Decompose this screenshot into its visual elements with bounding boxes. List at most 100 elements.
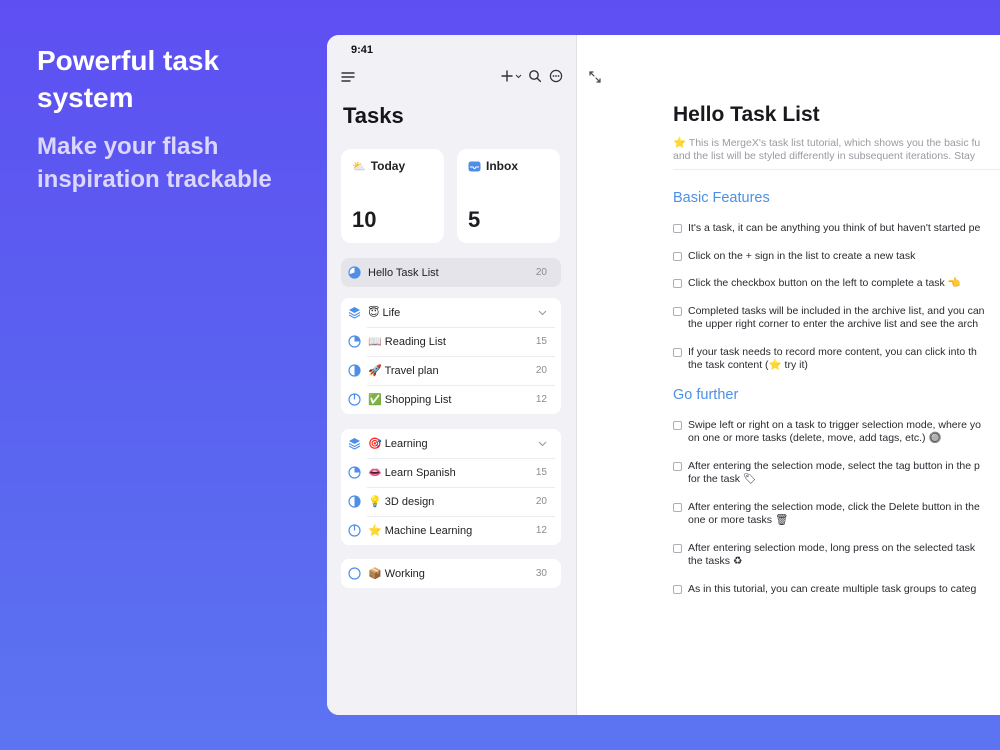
sun-cloud-icon: ⛅ xyxy=(352,159,366,173)
list-count: 20 xyxy=(535,496,547,507)
progress-icon xyxy=(347,335,361,349)
task-item[interactable]: Click on the + sign in the list to creat… xyxy=(673,250,1000,264)
list-count: 20 xyxy=(535,267,547,278)
list-item[interactable]: 🚀 Travel plan 20 xyxy=(341,356,561,385)
task-detail-pane: Hello Task List ⭐ This is MergeX's task … xyxy=(577,35,1000,715)
promo-subtitle: Make your flash inspiration trackable xyxy=(37,130,317,196)
promo-text: Powerful task system Make your flash ins… xyxy=(37,42,317,196)
list-item[interactable]: ✅ Shopping List 12 xyxy=(341,385,561,414)
task-checkbox[interactable] xyxy=(673,279,682,288)
list-emoji: 📖 xyxy=(368,334,382,348)
smart-lists: ⛅ Today 10 Inbox 5 xyxy=(341,149,560,243)
task-text: one or more tasks 🗑 xyxy=(688,514,789,526)
list-count: 20 xyxy=(535,365,547,376)
task-item[interactable]: If your task needs to record more conten… xyxy=(673,346,1000,373)
intro-line: and the list will be styled differently … xyxy=(673,150,976,162)
task-text: the task content (⭐ try it) xyxy=(688,359,808,371)
task-text: As in this tutorial, you can create mult… xyxy=(688,582,977,595)
task-item[interactable]: After entering selection mode, long pres… xyxy=(673,542,1000,569)
task-checkbox[interactable] xyxy=(673,224,682,233)
intro-text: ⭐ This is MergeX's task list tutorial, w… xyxy=(673,137,1000,163)
list-working[interactable]: 📦 Working 30 xyxy=(341,559,561,588)
list-emoji: 👄 xyxy=(368,465,382,479)
card-count: 5 xyxy=(468,207,481,232)
sidebar-toolbar xyxy=(499,68,564,84)
list-item[interactable]: 📖 Reading List 15 xyxy=(341,327,561,356)
section-heading[interactable]: Basic Features xyxy=(673,190,1000,206)
list-emoji: 🚀 xyxy=(368,363,382,377)
task-checkbox[interactable] xyxy=(673,502,682,512)
sidebar: 9:41 Tasks ⛅ Today 10 Inbox 5 Hello Task… xyxy=(327,35,577,715)
list-label: Travel plan xyxy=(384,364,439,377)
list-item[interactable]: 👄 Learn Spanish 15 xyxy=(341,458,561,487)
list-emoji: ⭐ xyxy=(368,523,382,537)
list-label: Reading List xyxy=(384,335,446,348)
promo-title-line: system xyxy=(37,82,134,113)
list-count: 15 xyxy=(535,336,547,347)
task-item[interactable]: It's a task, it can be anything you thin… xyxy=(673,222,1000,236)
promo-title: Powerful task system xyxy=(37,42,317,116)
task-checkbox[interactable] xyxy=(673,306,682,316)
promo-subtitle-line: inspiration trackable xyxy=(37,166,272,193)
task-text: After entering selection mode, long pres… xyxy=(688,541,976,554)
list-count: 12 xyxy=(535,394,547,405)
task-text: After entering the selection mode, selec… xyxy=(688,459,980,472)
list-label: Shopping List xyxy=(384,393,452,406)
group-learning: 🎯 Learning 👄 Learn Spanish 15 💡 3D desig… xyxy=(341,429,561,545)
group-label: Learning xyxy=(384,437,428,450)
more-icon[interactable] xyxy=(548,68,564,84)
list-item[interactable]: ⭐ Machine Learning 12 xyxy=(341,516,561,545)
layers-icon xyxy=(347,306,361,320)
expand-icon[interactable] xyxy=(588,70,602,84)
chevron-down-icon xyxy=(515,68,522,84)
inbox-icon xyxy=(468,161,481,172)
list-emoji: 📦 xyxy=(368,566,382,580)
task-item[interactable]: After entering the selection mode, selec… xyxy=(673,460,1000,487)
section-heading[interactable]: Go further xyxy=(673,387,1000,403)
group-header[interactable]: 🎯 Learning xyxy=(341,429,561,458)
list-item[interactable]: 💡 3D design 20 xyxy=(341,487,561,516)
card-label: Inbox xyxy=(486,159,518,173)
task-checkbox[interactable] xyxy=(673,420,682,430)
card-count: 10 xyxy=(352,207,377,232)
task-checkbox[interactable] xyxy=(673,347,682,357)
group-header[interactable]: 😇 Life xyxy=(341,298,561,327)
card-label: Today xyxy=(370,159,406,173)
task-text: Completed tasks will be included in the … xyxy=(688,304,985,317)
progress-icon xyxy=(347,466,361,480)
task-text: for the task 🏷 xyxy=(688,473,757,485)
list-hello-task-list[interactable]: Hello Task List 20 xyxy=(341,258,561,287)
task-checkbox[interactable] xyxy=(673,584,682,594)
add-button[interactable] xyxy=(499,68,522,84)
task-text: Click on the + sign in the list to creat… xyxy=(688,249,916,262)
search-icon[interactable] xyxy=(527,68,543,84)
task-text: Click the checkbox button on the left to… xyxy=(688,277,961,289)
task-text: the upper right corner to enter the arch… xyxy=(688,318,979,330)
chevron-down-icon[interactable] xyxy=(537,439,547,449)
intro-line: ⭐ This is MergeX's task list tutorial, w… xyxy=(673,137,981,149)
list-emoji: 💡 xyxy=(368,494,382,508)
task-item[interactable]: Completed tasks will be included in the … xyxy=(673,305,1000,332)
task-text: It's a task, it can be anything you thin… xyxy=(688,222,981,234)
today-card[interactable]: ⛅ Today 10 xyxy=(341,149,444,243)
task-item[interactable]: After entering the selection mode, click… xyxy=(673,501,1000,528)
task-item[interactable]: Swipe left or right on a task to trigger… xyxy=(673,419,1000,446)
group-emoji: 😇 xyxy=(368,305,380,319)
progress-icon xyxy=(347,524,361,538)
task-checkbox[interactable] xyxy=(673,543,682,553)
list-title[interactable]: Hello Task List xyxy=(673,103,1000,127)
inbox-card[interactable]: Inbox 5 xyxy=(457,149,560,243)
task-item[interactable]: Click the checkbox button on the left to… xyxy=(673,277,1000,291)
list-label: Machine Learning xyxy=(384,524,473,537)
task-text: After entering the selection mode, click… xyxy=(688,500,980,513)
task-item[interactable]: As in this tutorial, you can create mult… xyxy=(673,583,1000,597)
task-checkbox[interactable] xyxy=(673,461,682,471)
progress-icon xyxy=(347,567,361,581)
status-time: 9:41 xyxy=(351,44,374,56)
chevron-down-icon[interactable] xyxy=(537,308,547,318)
promo-subtitle-line: Make your flash xyxy=(37,133,219,160)
page-title: Tasks xyxy=(343,103,404,128)
menu-icon[interactable] xyxy=(340,69,356,85)
task-checkbox[interactable] xyxy=(673,251,682,261)
list-label: Working xyxy=(384,567,425,580)
